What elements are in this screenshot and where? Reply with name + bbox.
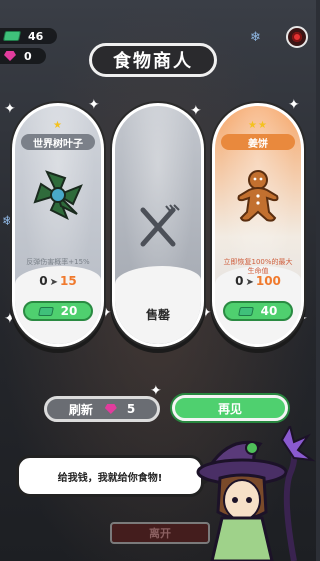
level-change: 0 ➤ 100 — [235, 274, 281, 288]
sparkle-icon: ✦ — [150, 383, 162, 399]
item-description: 反弹伤害概率+15% — [26, 258, 90, 266]
item-name: 世界树叶子 — [21, 134, 95, 150]
cash-counter: 46 — [0, 28, 58, 44]
merchant-dialog: 给我钱，我就给你食物! — [16, 455, 213, 497]
sparkle-icon: ✦ — [4, 101, 16, 117]
cash-icon — [237, 306, 254, 316]
rarity-stars: ★★ — [248, 120, 268, 131]
cash-value: 46 — [28, 29, 44, 43]
gem-icon — [4, 51, 16, 61]
cash-icon — [2, 31, 22, 41]
rarity-stars: ★ — [53, 120, 63, 131]
gem-counter: 0 — [0, 48, 46, 64]
close-button[interactable] — [286, 26, 308, 48]
shop-card-sold-out: 售罄 — [112, 103, 204, 347]
goodbye-button[interactable]: 再见 — [172, 395, 288, 421]
fork-knife-icon — [140, 204, 180, 247]
gem-icon — [104, 404, 117, 414]
item-name: 姜饼 — [221, 134, 295, 150]
gingerbread-icon — [237, 170, 279, 222]
shop-card-gingerbread[interactable]: ★★ 姜饼 立即恢复100%的最大生命值 0 ➤ 100 40 — [212, 103, 304, 347]
merchant-witch-avatar — [196, 426, 316, 561]
close-icon — [292, 32, 302, 42]
refresh-button[interactable]: 刷新 5 — [44, 396, 160, 422]
level-change: 0 ➤ 15 — [39, 274, 77, 288]
refresh-label: 刷新 — [68, 402, 93, 417]
buy-button[interactable]: 20 — [23, 301, 93, 321]
shop-card-world-tree-leaf[interactable]: ★ 世界树叶子 反弹伤害概率+15% 0 ➤ 15 20 — [12, 103, 104, 347]
sold-out-label: 售罄 — [145, 308, 170, 322]
cash-icon — [37, 306, 54, 316]
snowflake-icon: ❄ — [250, 30, 261, 45]
gem-value: 0 — [24, 49, 32, 63]
page-title: 食物商人 — [89, 43, 217, 77]
refresh-cost: 5 — [126, 402, 136, 416]
buy-button[interactable]: 40 — [223, 301, 293, 321]
price-value: 20 — [60, 304, 78, 318]
leaf-icon — [33, 170, 83, 221]
price-value: 40 — [260, 304, 278, 318]
